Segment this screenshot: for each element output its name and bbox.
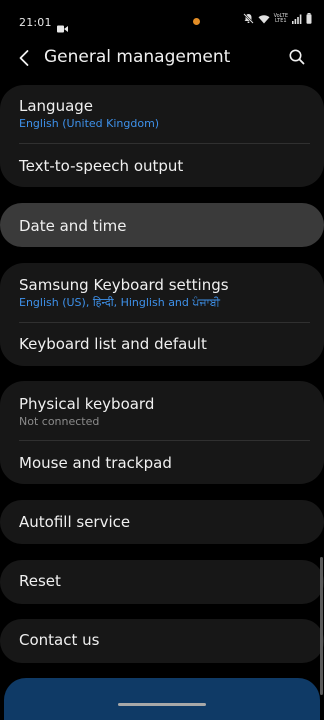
setting-physical-keyboard[interactable]: Physical keyboard Not connected [0, 395, 324, 428]
setting-mouse-trackpad[interactable]: Mouse and trackpad [0, 454, 324, 472]
video-icon [56, 18, 68, 33]
divider [19, 322, 310, 323]
settings-group-input-devices: Physical keyboard Not connected Mouse an… [0, 381, 324, 484]
settings-group-date-time: Date and time [0, 203, 324, 247]
home-gesture-handle[interactable] [118, 703, 206, 706]
setting-language-subtitle: English (United Kingdom) [19, 117, 160, 130]
setting-reset[interactable]: Reset [0, 572, 324, 590]
setting-autofill-service[interactable]: Autofill service [0, 513, 324, 531]
setting-autofill-service-title: Autofill service [19, 513, 131, 531]
setting-text-to-speech-title: Text-to-speech output [19, 157, 184, 175]
network-type-label: VoLTE LTE1 [274, 13, 288, 24]
notification-dot [193, 18, 200, 25]
setting-text-to-speech[interactable]: Text-to-speech output [0, 157, 324, 175]
status-time: 21:01 [19, 15, 52, 29]
setting-samsung-keyboard-subtitle: English (US), हिन्दी, Hinglish and ਪੰਜਾਬ… [19, 296, 220, 309]
settings-group-autofill: Autofill service [0, 500, 324, 544]
setting-keyboard-list-title: Keyboard list and default [19, 335, 207, 353]
setting-mouse-trackpad-title: Mouse and trackpad [19, 454, 172, 472]
setting-date-and-time[interactable]: Date and time [0, 217, 324, 235]
partial-bottom-card[interactable] [4, 678, 320, 720]
back-arrow-icon[interactable] [14, 47, 36, 69]
setting-samsung-keyboard-title: Samsung Keyboard settings [19, 276, 229, 294]
mute-icon [242, 13, 254, 24]
search-icon[interactable] [286, 46, 308, 68]
status-icons: VoLTE LTE1 [242, 13, 312, 24]
settings-group-language: Language English (United Kingdom) Text-t… [0, 85, 324, 187]
setting-reset-title: Reset [19, 572, 61, 590]
divider [19, 143, 310, 144]
settings-group-reset: Reset [0, 560, 324, 604]
setting-physical-keyboard-title: Physical keyboard [19, 395, 155, 413]
wifi-icon [258, 14, 270, 24]
setting-contact-us[interactable]: Contact us [0, 631, 324, 649]
scrollbar[interactable] [320, 557, 323, 695]
page-title: General management [44, 47, 231, 67]
setting-language-title: Language [19, 97, 94, 115]
setting-keyboard-list[interactable]: Keyboard list and default [0, 335, 324, 353]
setting-language[interactable]: Language English (United Kingdom) [0, 97, 324, 130]
setting-contact-us-title: Contact us [19, 631, 100, 649]
battery-icon [306, 13, 312, 24]
setting-physical-keyboard-subtitle: Not connected [19, 415, 100, 428]
settings-group-contact: Contact us [0, 619, 324, 663]
app-bar: General management [0, 38, 324, 78]
setting-date-and-time-title: Date and time [19, 217, 127, 235]
setting-samsung-keyboard[interactable]: Samsung Keyboard settings English (US), … [0, 276, 324, 309]
settings-group-keyboard: Samsung Keyboard settings English (US), … [0, 263, 324, 366]
divider [19, 440, 310, 441]
network-label-bottom: LTE1 [275, 17, 287, 24]
signal-icon [292, 14, 302, 24]
